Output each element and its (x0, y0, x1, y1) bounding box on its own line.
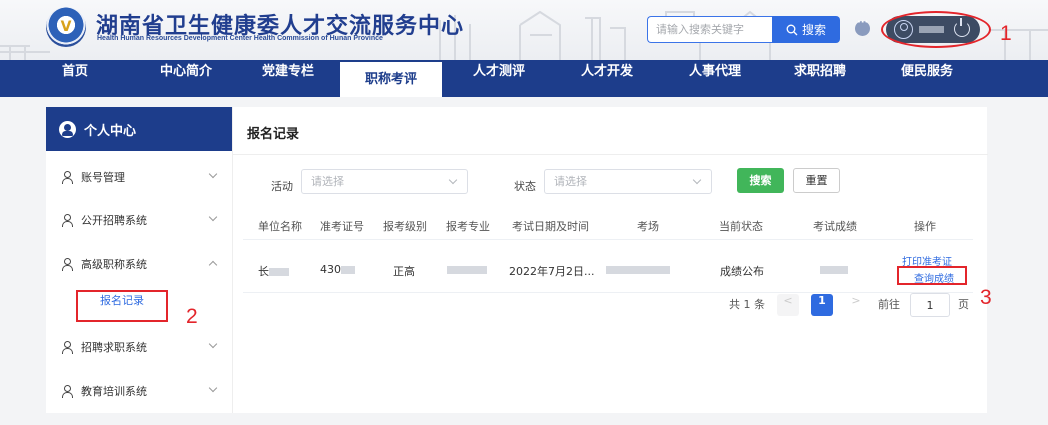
annotation-number-2: 2 (186, 305, 198, 328)
cell-score (820, 263, 848, 276)
activity-placeholder: 请选择 (311, 175, 344, 188)
annotation-number-3: 3 (980, 286, 992, 309)
status-label: 状态 (514, 180, 536, 193)
site-header: V 湖南省卫生健康委人才交流服务中心 Health Human Resource… (0, 0, 1048, 60)
person-icon (61, 341, 73, 354)
sidebar-item-senior-title[interactable]: 高级职称系统 (46, 254, 232, 274)
pager-goto-input[interactable] (910, 293, 950, 317)
table-row-divider (243, 292, 973, 293)
th-actions: 操作 (914, 220, 936, 233)
sidebar-subitem-registration-records[interactable]: 报名记录 (76, 290, 168, 322)
activity-select[interactable]: 请选择 (301, 169, 468, 194)
chevron-down-icon (208, 339, 218, 349)
search-button-label: 搜索 (801, 23, 826, 37)
title-divider (233, 154, 988, 155)
chevron-down-icon (208, 212, 218, 222)
th-exam-date: 考试日期及时间 (512, 220, 589, 233)
th-status: 当前状态 (719, 220, 763, 233)
th-venue: 考场 (637, 220, 659, 233)
filter-reset-button[interactable]: 重置 (793, 168, 840, 193)
cell-exam-no: 430 (320, 263, 355, 276)
sidebar-item-label: 教育培训系统 (81, 385, 147, 398)
site-subtitle: Health Human Resources Development Cente… (97, 35, 383, 42)
th-score: 考试成绩 (813, 220, 857, 233)
sidebar-item-job-seeking[interactable]: 招聘求职系统 (46, 337, 232, 357)
chevron-down-icon (448, 175, 458, 185)
nav-item-about[interactable]: 中心简介 (135, 60, 237, 97)
sidebar-item-label: 高级职称系统 (81, 258, 147, 271)
chevron-up-icon (208, 260, 218, 270)
pager-page-unit: 页 (958, 298, 969, 311)
user-circle-icon (59, 120, 76, 138)
person-icon (61, 214, 73, 227)
nav-item-home[interactable]: 首页 (34, 60, 116, 97)
sidebar-item-account[interactable]: 账号管理 (46, 167, 232, 187)
nav-item-party[interactable]: 党建专栏 (237, 60, 339, 97)
nav-item-services[interactable]: 便民服务 (876, 60, 978, 97)
chat-icon[interactable] (855, 17, 870, 36)
cell-level: 正高 (393, 265, 415, 278)
sidebar-item-label: 招聘求职系统 (81, 341, 147, 354)
pager-goto-label: 前往 (878, 298, 900, 311)
th-level: 报考级别 (383, 220, 427, 233)
sidebar-header: 个人中心 (46, 107, 232, 151)
table-header-divider (243, 239, 973, 240)
pager-page-1[interactable]: 1 (811, 294, 833, 316)
sidebar-item-label: 公开招聘系统 (81, 214, 147, 227)
cell-unit: 长 (258, 263, 289, 279)
redacted-mask (269, 268, 289, 276)
pager-next-button[interactable]: > (845, 294, 867, 316)
chevron-down-icon (692, 175, 702, 185)
person-icon (61, 171, 73, 184)
nav-item-jobs[interactable]: 求职招聘 (769, 60, 871, 97)
th-exam-no: 准考证号 (320, 220, 364, 233)
chevron-down-icon (208, 383, 218, 393)
main-nav: 首页 中心简介 党建专栏 职称考评 人才测评 人才开发 人事代理 求职招聘 便民… (0, 60, 1048, 97)
redacted-mask (447, 266, 487, 274)
cell-venue (606, 263, 670, 276)
annotation-number-1: 1 (1000, 22, 1012, 45)
cell-status: 成绩公布 (720, 265, 764, 278)
person-icon (61, 258, 73, 271)
nav-item-talent-dev[interactable]: 人才开发 (556, 60, 658, 97)
redacted-mask (606, 266, 670, 274)
sidebar-item-label: 账号管理 (81, 171, 125, 184)
status-placeholder: 请选择 (554, 175, 587, 188)
cell-exam-date: 2022年7月2日... (509, 265, 595, 278)
search-icon (786, 24, 798, 35)
sidebar-item-public-recruit[interactable]: 公开招聘系统 (46, 210, 232, 230)
cell-major (447, 263, 487, 276)
main-panel: 报名记录 活动 请选择 状态 请选择 搜索 重置 单位名称 准考证号 报考级别 … (232, 107, 988, 413)
redacted-mask (820, 266, 848, 274)
annotation-box-3 (897, 266, 967, 285)
th-major: 报考专业 (446, 220, 490, 233)
nav-item-talent-eval[interactable]: 人才测评 (448, 60, 550, 97)
sidebar-item-training[interactable]: 教育培训系统 (46, 381, 232, 401)
pager-prev-button[interactable]: < (777, 294, 799, 316)
search-input[interactable] (647, 16, 772, 43)
nav-item-hr-agency[interactable]: 人事代理 (664, 60, 766, 97)
pager-total: 共 1 条 (729, 298, 765, 311)
status-select[interactable]: 请选择 (544, 169, 712, 194)
filter-search-button[interactable]: 搜索 (737, 168, 784, 193)
page-title: 报名记录 (247, 127, 300, 142)
th-unit: 单位名称 (258, 220, 302, 233)
sidebar: 个人中心 账号管理 公开招聘系统 高级职称系统 招聘求职系统 教育培训系统 (46, 107, 232, 413)
chevron-down-icon (208, 169, 218, 179)
activity-label: 活动 (271, 180, 293, 193)
logo-mark-icon: V (60, 19, 72, 35)
annotation-circle-1 (881, 11, 991, 48)
redacted-mask (341, 266, 355, 274)
logo-emblem: V (46, 7, 86, 47)
search-button[interactable]: 搜索 (772, 16, 840, 43)
person-icon (61, 385, 73, 398)
nav-item-title-review[interactable]: 职称考评 (340, 62, 442, 97)
sidebar-title: 个人中心 (84, 123, 137, 139)
